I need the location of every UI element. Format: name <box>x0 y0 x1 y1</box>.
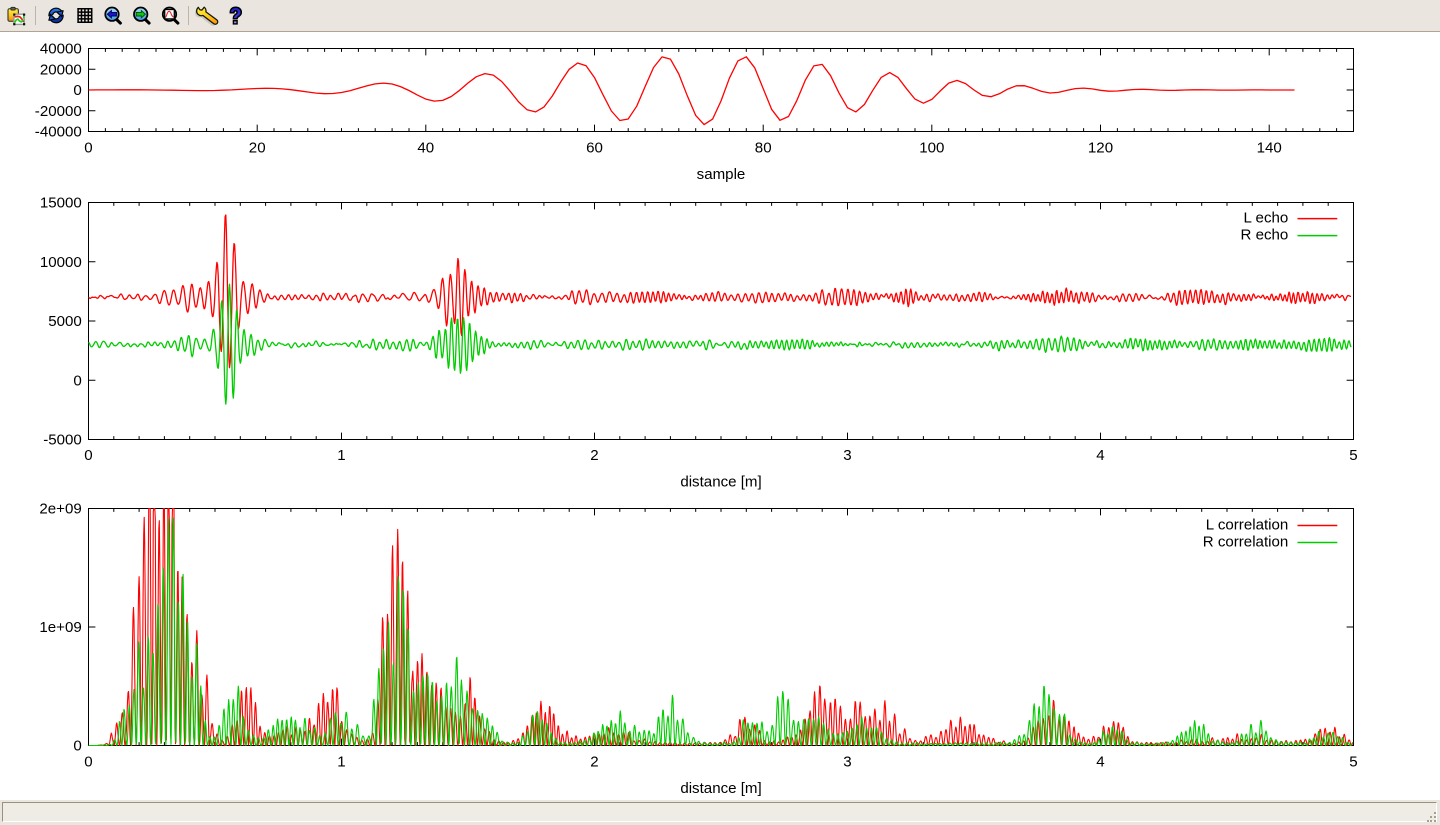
svg-text:4: 4 <box>1096 753 1104 770</box>
svg-text:0: 0 <box>73 372 81 389</box>
svg-text:distance [m]: distance [m] <box>680 473 761 490</box>
svg-text:80: 80 <box>755 140 772 157</box>
svg-text:sample: sample <box>697 166 746 183</box>
svg-text:10000: 10000 <box>40 254 82 271</box>
svg-text:60: 60 <box>586 140 603 157</box>
svg-text:-40000: -40000 <box>35 124 82 141</box>
svg-text:-5000: -5000 <box>43 432 82 449</box>
svg-text:5000: 5000 <box>48 313 82 330</box>
svg-text:-20000: -20000 <box>35 103 82 120</box>
svg-text:0: 0 <box>84 753 92 770</box>
svg-text:2: 2 <box>590 447 598 464</box>
svg-text:1e+09: 1e+09 <box>39 619 81 636</box>
svg-text:20000: 20000 <box>40 61 82 78</box>
svg-text:40: 40 <box>417 140 434 157</box>
svg-text:120: 120 <box>1088 140 1113 157</box>
svg-text:R correlation: R correlation <box>1203 534 1289 551</box>
svg-text:0: 0 <box>84 140 92 157</box>
svg-text:20: 20 <box>249 140 266 157</box>
svg-text:5: 5 <box>1349 447 1357 464</box>
svg-text:40000: 40000 <box>40 41 82 58</box>
svg-text:3: 3 <box>843 447 851 464</box>
svg-text:140: 140 <box>1257 140 1282 157</box>
svg-text:2e+09: 2e+09 <box>39 501 81 518</box>
svg-text:0: 0 <box>84 447 92 464</box>
svg-text:distance [m]: distance [m] <box>680 780 761 797</box>
svg-text:L echo: L echo <box>1244 210 1289 227</box>
svg-text:0: 0 <box>73 738 81 755</box>
svg-text:2: 2 <box>590 753 598 770</box>
svg-text:0: 0 <box>73 82 81 99</box>
svg-text:15000: 15000 <box>40 195 82 212</box>
svg-text:1: 1 <box>337 447 345 464</box>
svg-text:R echo: R echo <box>1240 227 1288 244</box>
svg-text:1: 1 <box>337 753 345 770</box>
svg-text:4: 4 <box>1096 447 1104 464</box>
svg-text:3: 3 <box>843 753 851 770</box>
svg-text:L correlation: L correlation <box>1206 517 1289 534</box>
svg-text:100: 100 <box>919 140 944 157</box>
svg-text:5: 5 <box>1349 753 1357 770</box>
